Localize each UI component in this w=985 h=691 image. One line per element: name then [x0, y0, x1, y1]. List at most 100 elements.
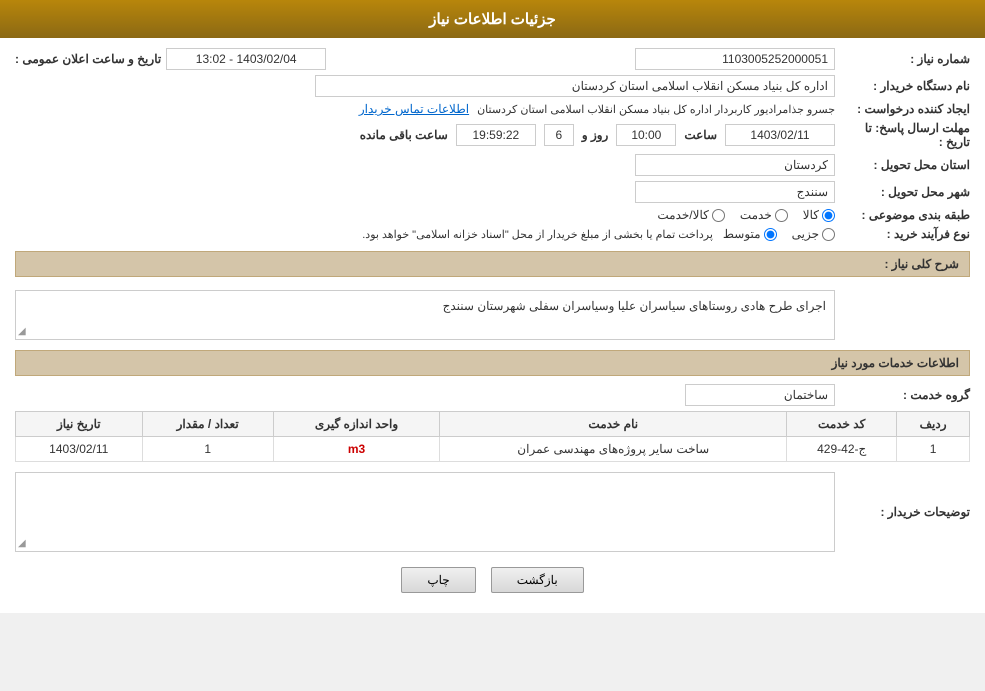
response-day-label: روز و	[582, 128, 609, 142]
province-value: کردستان	[15, 154, 835, 176]
category-label-khadamat: خدمت	[740, 208, 772, 222]
category-option-khadamat: خدمت	[740, 208, 788, 222]
services-table: ردیف کد خدمت نام خدمت واحد اندازه گیری ت…	[15, 411, 970, 462]
cell-row-number: 1	[897, 437, 970, 462]
purchase-label-partial: جزیی	[792, 227, 819, 241]
page-wrapper: جزئیات اطلاعات نیاز شماره نیاز : 1103005…	[0, 0, 985, 613]
page-title: جزئیات اطلاعات نیاز	[429, 11, 556, 28]
button-row: بازگشت چاپ	[15, 557, 970, 603]
back-button[interactable]: بازگشت	[491, 567, 584, 593]
service-group-value: ساختمان	[15, 384, 835, 406]
response-deadline-row: مهلت ارسال پاسخ: تا تاریخ : 1403/02/11 س…	[15, 121, 970, 149]
province-label: استان محل تحویل :	[835, 158, 970, 172]
table-header-row: ردیف کد خدمت نام خدمت واحد اندازه گیری ت…	[16, 412, 970, 437]
general-desc-section-bar: شرح کلی نیاز :	[15, 251, 970, 277]
general-desc-text: اجرای طرح هادی روستاهای سیاسران علیا وسی…	[443, 299, 826, 313]
buyer-org-value: اداره کل بنیاد مسکن انقلاب اسلامی استان …	[15, 75, 835, 97]
need-number-row: شماره نیاز : 1103005252000051 1403/02/04…	[15, 48, 970, 70]
main-content: شماره نیاز : 1103005252000051 1403/02/04…	[0, 38, 985, 613]
service-group-box: ساختمان	[685, 384, 835, 406]
purchase-type-row: نوع فرآیند خرید : جزیی متوسط پرداخت تمام…	[15, 227, 970, 241]
city-label: شهر محل تحویل :	[835, 185, 970, 199]
services-table-body: 1 ج-42-429 ساخت سایر پروژه‌های مهندسی عم…	[16, 437, 970, 462]
service-info-section: اطلاعات خدمات مورد نیاز گروه خدمت : ساخت…	[15, 350, 970, 462]
province-row: استان محل تحویل : کردستان	[15, 154, 970, 176]
general-desc-section-label: شرح کلی نیاز :	[884, 257, 959, 271]
purchase-option-partial: جزیی	[792, 227, 835, 241]
buyer-notes-label: توضیحات خریدار :	[835, 505, 970, 519]
category-label: طبقه بندی موضوعی :	[835, 208, 970, 222]
service-section-title-text: اطلاعات خدمات مورد نیاز	[832, 356, 959, 370]
resize-handle-icon: ◢	[18, 326, 26, 337]
purchase-note: پرداخت تمام یا بخشی از مبلغ خریدار از مح…	[362, 228, 713, 241]
print-button[interactable]: چاپ	[401, 567, 475, 593]
category-label-kala: کالا	[803, 208, 819, 222]
resize-handle-icon-2: ◢	[18, 538, 26, 549]
purchase-radio-medium[interactable]	[764, 228, 777, 241]
buyer-notes-box: ◢	[15, 472, 835, 552]
service-group-row: گروه خدمت : ساختمان	[15, 384, 970, 406]
col-service-name: نام خدمت	[440, 412, 787, 437]
col-unit: واحد اندازه گیری	[273, 412, 439, 437]
announcement-datetime-label: تاریخ و ساعت اعلان عمومی :	[15, 52, 161, 66]
buyer-org-row: نام دستگاه خریدار : اداره کل بنیاد مسکن …	[15, 75, 970, 97]
table-row: 1 ج-42-429 ساخت سایر پروژه‌های مهندسی عم…	[16, 437, 970, 462]
response-deadline-label: مهلت ارسال پاسخ: تا تاریخ :	[835, 121, 970, 149]
purchase-option-medium: متوسط	[723, 227, 777, 241]
category-radio-group: کالا خدمت کالا/خدمت	[15, 208, 835, 222]
col-date: تاریخ نیاز	[16, 412, 143, 437]
buyer-org-label: نام دستگاه خریدار :	[835, 79, 970, 93]
category-option-both: کالا/خدمت	[657, 208, 724, 222]
cell-unit: m3	[273, 437, 439, 462]
requester-value: جسرو جذامرادیور کاربردار اداره کل بنیاد …	[15, 102, 835, 116]
category-label-both: کالا/خدمت	[657, 208, 708, 222]
category-option-kala: کالا	[803, 208, 835, 222]
city-box: سنندج	[635, 181, 835, 203]
requester-row: ایجاد کننده درخواست : جسرو جذامرادیور کا…	[15, 102, 970, 116]
buyer-notes-value: ◢	[15, 472, 835, 552]
response-time-label: ساعت	[684, 128, 717, 142]
general-desc-section-title: شرح کلی نیاز :	[15, 251, 970, 285]
response-time-box: 10:00	[616, 124, 676, 146]
buyer-org-box: اداره کل بنیاد مسکن انقلاب اسلامی استان …	[315, 75, 835, 97]
service-group-label: گروه خدمت :	[835, 388, 970, 402]
cell-service-code: ج-42-429	[787, 437, 897, 462]
service-section-title: اطلاعات خدمات مورد نیاز	[15, 350, 970, 376]
requester-label: ایجاد کننده درخواست :	[835, 102, 970, 116]
category-row: طبقه بندی موضوعی : کالا خدمت	[15, 208, 970, 222]
purchase-label-medium: متوسط	[723, 227, 761, 241]
need-number-label: شماره نیاز :	[835, 52, 970, 66]
purchase-type-radio-group: جزیی متوسط	[723, 227, 835, 241]
response-days-box: 6	[544, 124, 574, 146]
purchase-type-label: نوع فرآیند خرید :	[835, 227, 970, 241]
page-header: جزئیات اطلاعات نیاز	[0, 0, 985, 38]
category-radio-both[interactable]	[712, 209, 725, 222]
need-number-value: 1103005252000051	[346, 48, 835, 70]
col-row-number: ردیف	[897, 412, 970, 437]
cell-service-name: ساخت سایر پروژه‌های مهندسی عمران	[440, 437, 787, 462]
general-desc-row: اجرای طرح هادی روستاهای سیاسران علیا وسی…	[15, 290, 970, 340]
category-radio-kala[interactable]	[822, 209, 835, 222]
purchase-radio-partial[interactable]	[822, 228, 835, 241]
category-value: کالا خدمت کالا/خدمت	[15, 208, 835, 222]
city-row: شهر محل تحویل : سنندج	[15, 181, 970, 203]
general-desc-box: اجرای طرح هادی روستاهای سیاسران علیا وسی…	[15, 290, 835, 340]
response-countdown-box: 19:59:22	[456, 124, 536, 146]
response-countdown-label: ساعت باقی مانده	[360, 128, 448, 142]
col-quantity: تعداد / مقدار	[142, 412, 273, 437]
response-date-box: 1403/02/11	[725, 124, 835, 146]
general-desc-value: اجرای طرح هادی روستاهای سیاسران علیا وسی…	[15, 290, 835, 340]
province-box: کردستان	[635, 154, 835, 176]
announcement-value-box: 1403/02/04 - 13:02	[166, 48, 326, 70]
purchase-type-value: جزیی متوسط پرداخت تمام یا بخشی از مبلغ خ…	[15, 227, 835, 241]
need-info-section: شماره نیاز : 1103005252000051 1403/02/04…	[15, 48, 970, 340]
cell-date: 1403/02/11	[16, 437, 143, 462]
cell-quantity: 1	[142, 437, 273, 462]
contact-link[interactable]: اطلاعات تماس خریدار	[359, 102, 469, 116]
city-value: سنندج	[15, 181, 835, 203]
col-service-code: کد خدمت	[787, 412, 897, 437]
buyer-notes-row: توضیحات خریدار : ◢	[15, 472, 970, 552]
requester-text: جسرو جذامرادیور کاربردار اداره کل بنیاد …	[477, 103, 835, 116]
category-radio-khadamat[interactable]	[775, 209, 788, 222]
response-deadline-value: 1403/02/11 ساعت 10:00 روز و 6 19:59:22 س…	[15, 124, 835, 146]
